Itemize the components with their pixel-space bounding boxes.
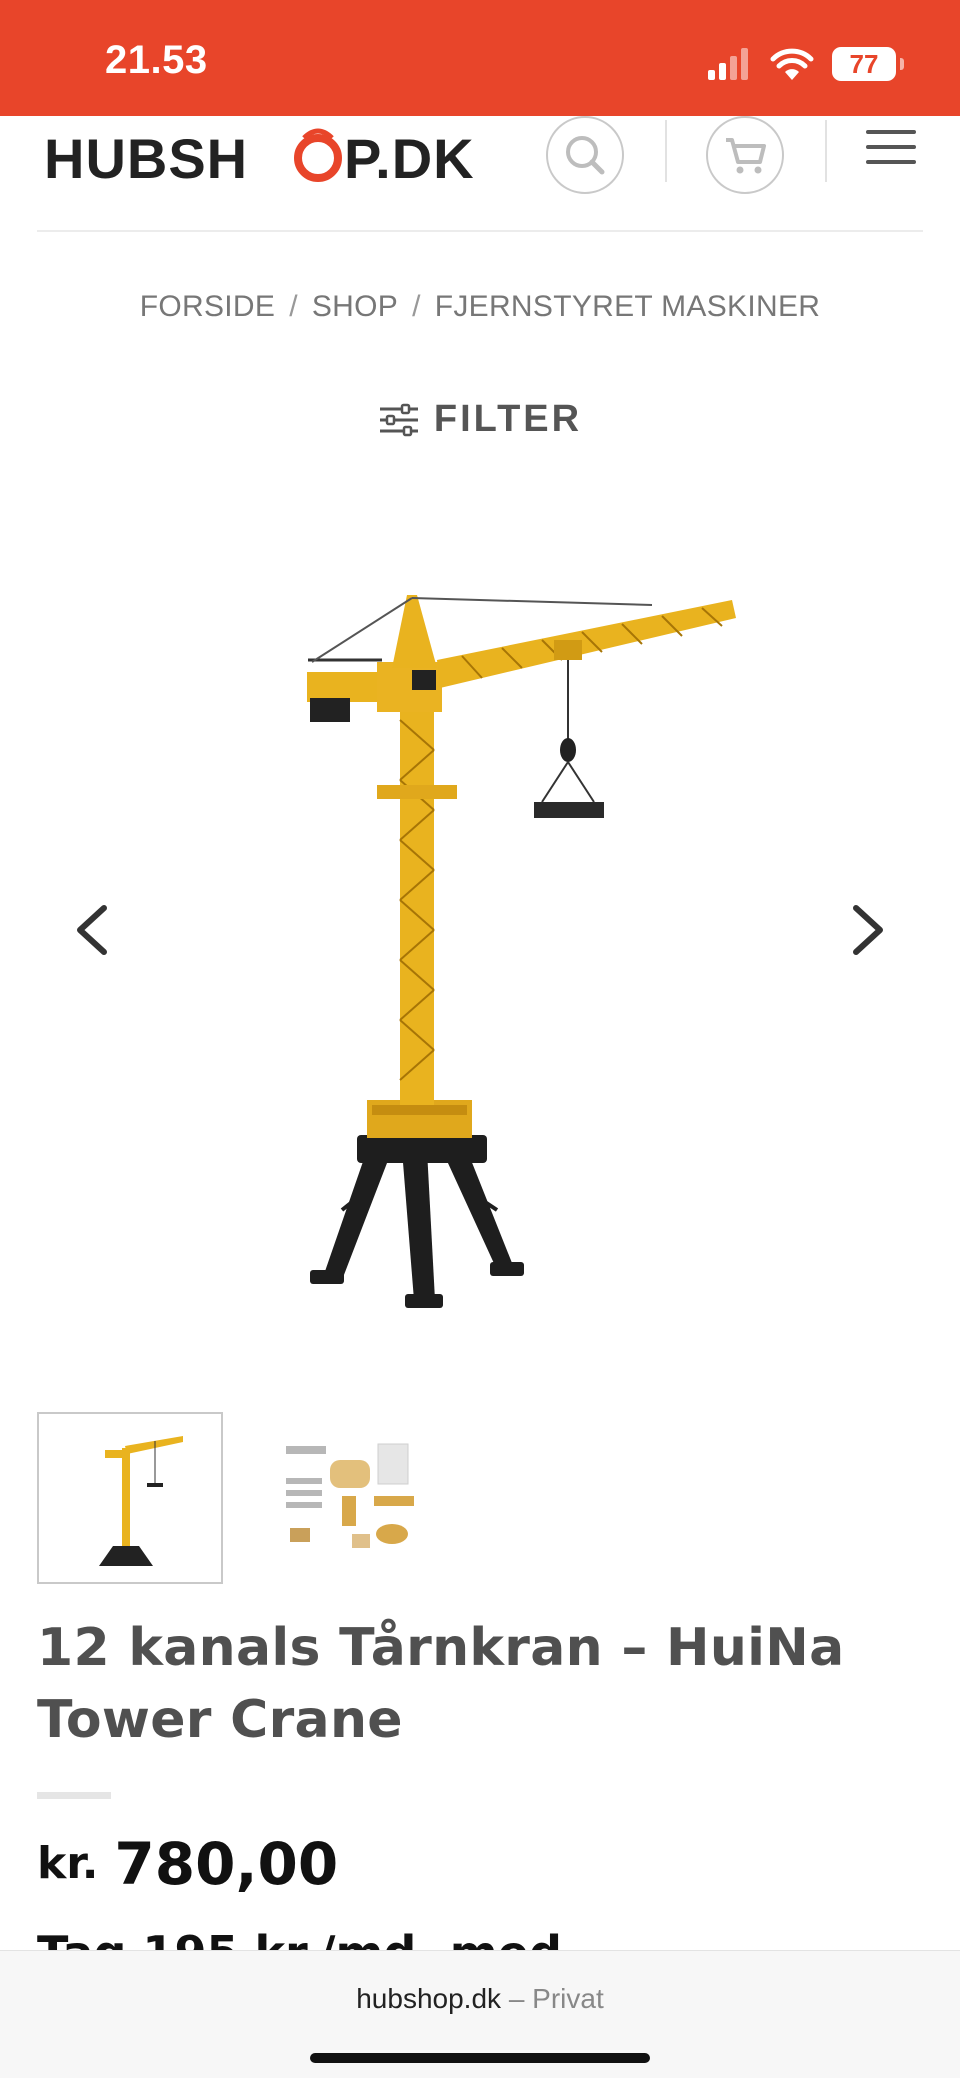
header-divider bbox=[825, 120, 827, 182]
menu-icon[interactable] bbox=[866, 128, 920, 168]
status-time: 21.53 bbox=[105, 38, 208, 82]
search-icon bbox=[566, 136, 605, 175]
signal-icon bbox=[708, 48, 748, 80]
private-mode-label: Privat bbox=[532, 1983, 604, 2014]
status-icons: 77 bbox=[708, 44, 904, 84]
filter-label: FILTER bbox=[433, 398, 583, 440]
tower-crane-image[interactable] bbox=[222, 590, 752, 1310]
breadcrumb-item-home[interactable]: FORSIDE bbox=[140, 290, 275, 323]
thumbnail-strip bbox=[37, 1412, 445, 1584]
breadcrumb-separator: / bbox=[289, 290, 298, 323]
chevron-left-icon[interactable] bbox=[70, 900, 120, 960]
svg-text:P.DK: P.DK bbox=[344, 127, 475, 190]
filter-button[interactable]: FILTER bbox=[0, 398, 960, 441]
wifi-icon bbox=[770, 48, 814, 80]
product-gallery bbox=[0, 540, 960, 1320]
url-separator: – bbox=[508, 1983, 525, 2014]
crane-thumbnail-icon bbox=[99, 1436, 183, 1566]
cart-icon bbox=[726, 138, 766, 174]
hubshop-logo[interactable]: HUBSH P.DK bbox=[44, 120, 504, 192]
svg-text:HUBSH: HUBSH bbox=[44, 127, 248, 190]
cart-button[interactable] bbox=[706, 116, 784, 194]
battery-icon: 77 bbox=[832, 47, 904, 81]
breadcrumb-item-shop[interactable]: SHOP bbox=[312, 290, 398, 323]
browser-url-bar[interactable]: hubshop.dk – Privat bbox=[0, 1950, 960, 2078]
breadcrumb-item-category[interactable]: FJERNSTYRET MASKINER bbox=[435, 290, 821, 323]
url-display[interactable]: hubshop.dk – Privat bbox=[0, 1983, 960, 2015]
site-header: HUBSH P.DK bbox=[0, 116, 960, 232]
product-title: 12 kanals Tårnkran – HuiNa Tower Crane bbox=[37, 1618, 845, 1750]
price-value: 780,00 bbox=[114, 1830, 339, 1898]
status-bar: 21.53 77 bbox=[0, 0, 960, 116]
chevron-right-icon[interactable] bbox=[840, 900, 890, 960]
search-button[interactable] bbox=[546, 116, 624, 194]
parts-thumbnail-icon bbox=[286, 1443, 414, 1548]
url-domain: hubshop.dk bbox=[356, 1983, 502, 2014]
crane-parts-thumbnail[interactable] bbox=[259, 1412, 445, 1584]
home-indicator[interactable] bbox=[310, 2053, 650, 2063]
filter-icon bbox=[379, 403, 418, 436]
product-price: kr. 780,00 bbox=[37, 1830, 338, 1898]
header-divider-line bbox=[37, 230, 923, 232]
breadcrumb: FORSIDE / SHOP / FJERNSTYRET MASKINER bbox=[0, 290, 960, 324]
tower-crane-thumbnail[interactable] bbox=[37, 1412, 223, 1584]
title-divider bbox=[37, 1792, 111, 1799]
header-divider bbox=[665, 120, 667, 182]
breadcrumb-separator: / bbox=[412, 290, 421, 323]
price-currency: kr. bbox=[37, 1838, 99, 1889]
financing-text: Tag 195 kr./md. med VIABILL bbox=[37, 1930, 637, 1952]
